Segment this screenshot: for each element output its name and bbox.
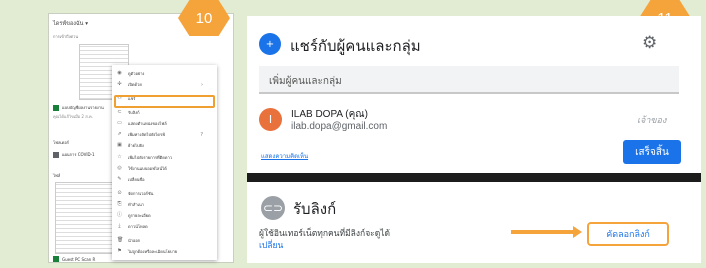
shortcut-icon: ⇗: [117, 131, 122, 137]
sheets-icon: [53, 256, 59, 262]
menu-item-label: เปลี่ยนชื่อ: [128, 177, 145, 182]
user-avatar: I: [259, 108, 282, 131]
offline-icon: ◎: [117, 165, 122, 171]
menu-item-label: นำออก: [128, 238, 141, 243]
menu-item-label: ย้ายไปยัง: [128, 143, 144, 148]
selected-file-row[interactable]: แบบบัญชีผลงานรายงาน: [53, 104, 104, 111]
folder-item[interactable]: แผนการ COVID-1: [53, 151, 95, 158]
menu-item-label: ไม่ถูกต้องหรือละเมิดนโยบาย: [128, 249, 178, 254]
pointer-arrow: [511, 230, 575, 234]
menu-item-label: ดาวน์โหลด: [128, 224, 148, 229]
quick-access-label: การเข้าถึงด่วน: [53, 34, 79, 39]
eye-icon: ◉: [117, 70, 122, 76]
folder-icon: [53, 151, 59, 158]
info-icon: ⓘ: [117, 212, 123, 218]
menu-item-report[interactable]: ⚑ ไม่ถูกต้องหรือละเมิดนโยบาย: [112, 247, 217, 256]
menu-item-label: แสดงตำแหน่งของไฟล์: [128, 121, 167, 126]
menu-item-label: ดูรายละเอียด: [128, 213, 151, 218]
files-label: ไฟล์: [53, 173, 61, 178]
menu-item-label: เพิ่มไปยังรายการที่ติดดาว: [128, 155, 172, 160]
menu-item-label: ทำสำเนา: [128, 202, 144, 207]
share-dialog-title: แชร์กับผู้คนและกลุ่ม: [290, 37, 421, 55]
menu-item-label: รับลิงก์: [128, 110, 140, 115]
open-with-icon: ✣: [117, 81, 122, 87]
bottom-file-name: Guest PC Scan R: [62, 256, 96, 262]
get-link-title: รับลิงก์: [293, 200, 337, 218]
add-people-input[interactable]: เพิ่มผู้คนและกลุ่ม: [259, 66, 679, 94]
versions-icon: ⊙: [117, 190, 122, 196]
copy-icon: ⎘: [117, 201, 122, 207]
menu-item-label: จัดการเวอร์ชัน: [128, 191, 154, 196]
share-dialog: + แชร์กับผู้คนและกลุ่ม ⚙ เพิ่มผู้คนและกล…: [247, 16, 701, 173]
menu-item-eye[interactable]: ◉ ดูตัวอย่าง: [112, 69, 217, 78]
link-icon: ⊂: [117, 109, 122, 115]
menu-item-label: ดูตัวอย่าง: [128, 71, 145, 76]
menu-item-open-with[interactable]: ✣ เปิดด้วย ›: [112, 80, 217, 89]
file-thumbnail-2[interactable]: [55, 182, 117, 254]
menu-item-star[interactable]: ☆ เพิ่มไปยังรายการที่ติดดาว: [112, 153, 217, 162]
menu-item-shortcut[interactable]: ⇗ เพิ่มทางลัดไปยังไดรฟ์?: [112, 130, 217, 139]
folder-icon: ▭: [117, 120, 122, 126]
menu-item-label: เพิ่มทางลัดไปยังไดรฟ์: [128, 132, 165, 137]
user-email: ilab.dopa@gmail.com: [291, 121, 388, 132]
trash-icon: 🗑: [117, 237, 124, 243]
menu-item-folder[interactable]: ▭ แสดงตำแหน่งของไฟล์: [112, 119, 217, 128]
drive-header[interactable]: ไดรฟ์ของฉัน ▾: [53, 20, 88, 28]
move-icon: ▣: [117, 142, 122, 148]
submenu-indicator: ›: [201, 81, 203, 88]
get-link-panel: ⊂⊃ รับลิงก์ ผู้ใช้อินเทอร์เน็ตทุกคนที่มี…: [247, 182, 701, 263]
menu-item-offline[interactable]: ◎ ใช้งานแบบออฟไลน์ได้: [112, 164, 217, 173]
user-role: เจ้าของ: [637, 116, 667, 126]
menu-item-trash[interactable]: 🗑 นำออก: [112, 236, 217, 245]
selected-file-name: แบบบัญชีผลงานรายงาน: [62, 105, 104, 110]
rename-icon: ✎: [117, 176, 122, 182]
menu-item-versions[interactable]: ⊙ จัดการเวอร์ชัน: [112, 189, 217, 198]
sheets-icon: [53, 104, 59, 111]
menu-item-copy[interactable]: ⎘ ทำสำเนา: [112, 200, 217, 209]
pointer-arrow-head: [573, 226, 582, 238]
folder-item-name: แผนการ COVID-1: [62, 152, 95, 157]
bottom-file-row[interactable]: Guest PC Scan R: [53, 256, 95, 262]
done-button[interactable]: เสร็จสิ้น: [623, 140, 681, 164]
separator-bar: [247, 173, 701, 182]
menu-item-move[interactable]: ▣ ย้ายไปยัง: [112, 141, 217, 150]
feedback-link[interactable]: แสดงความคิดเห็น: [261, 151, 308, 161]
star-icon: ☆: [117, 154, 122, 160]
menu-item-info[interactable]: ⓘ ดูรายละเอียด: [112, 211, 217, 220]
menu-item-label: เปิดด้วย: [128, 82, 142, 87]
report-icon: ⚑: [117, 248, 122, 254]
folders-label: โฟลเดอร์: [53, 140, 69, 145]
change-link-button[interactable]: เปลี่ยน: [259, 238, 283, 252]
download-icon: ⤓: [118, 223, 121, 229]
menu-item-link[interactable]: ⊂ รับลิงก์: [112, 108, 217, 117]
gear-icon[interactable]: ⚙: [642, 33, 657, 53]
add-person-icon: +: [259, 33, 281, 55]
user-name: ILAB DOPA (คุณ): [291, 109, 368, 120]
menu-item-download[interactable]: ⤓ ดาวน์โหลด: [112, 222, 217, 231]
selected-file-sub: คุณได้แก้ไขเมื่อ 2 ส.ค.: [53, 114, 93, 119]
link-icon: ⊂⊃: [261, 196, 285, 220]
copy-link-button[interactable]: คัดลอกลิงก์: [587, 222, 669, 246]
share-highlight: [114, 95, 215, 108]
menu-item-rename[interactable]: ✎ เปลี่ยนชื่อ: [112, 175, 217, 184]
menu-item-label: ใช้งานแบบออฟไลน์ได้: [128, 166, 167, 171]
submenu-indicator: ?: [200, 131, 203, 138]
